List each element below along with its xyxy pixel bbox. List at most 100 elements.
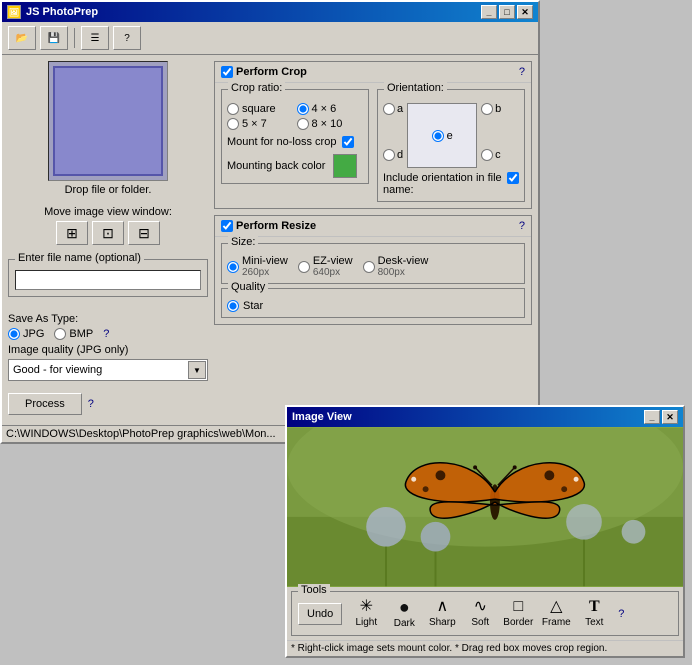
image-view-close[interactable]: ✕ <box>662 410 678 424</box>
crop-checkbox[interactable] <box>221 66 233 78</box>
tool-dark[interactable]: ● Dark <box>386 596 422 631</box>
include-label: Include orientation in file name: <box>383 172 503 196</box>
tool-light[interactable]: ✳ Light <box>348 597 384 630</box>
ori-e-label: e <box>447 130 453 142</box>
ori-c-input[interactable] <box>481 149 493 161</box>
move-btn-1[interactable]: ⊞ <box>56 221 88 245</box>
size-row: Mini-view 260px EZ-view 640px <box>227 255 519 278</box>
minimize-button[interactable]: _ <box>481 5 497 19</box>
ratio-8x10-input[interactable] <box>297 118 309 130</box>
crop-row: Crop ratio: square 4 × 6 <box>221 89 525 202</box>
move-buttons: ⊞ ⊡ ⊟ <box>8 221 208 245</box>
process-help[interactable]: ? <box>88 398 94 410</box>
ratio-5x7-input[interactable] <box>227 118 239 130</box>
filename-input[interactable] <box>15 270 201 290</box>
tool-text-label: Text <box>585 617 603 628</box>
tools-section: Tools Undo ✳ Light ● Dark ∧ Sharp ∿ Soft… <box>291 591 679 636</box>
ratio-4x6-input[interactable] <box>297 103 309 115</box>
ori-a-input[interactable] <box>383 103 395 115</box>
resize-header: Perform Resize ? <box>215 216 531 237</box>
orientation-labels-left: a d <box>383 103 403 161</box>
resize-help[interactable]: ? <box>519 220 525 232</box>
tool-sharp[interactable]: ∧ Sharp <box>424 597 460 630</box>
size-mini-input[interactable] <box>227 261 239 273</box>
ratio-square-label: square <box>242 103 276 115</box>
quality-dropdown[interactable]: Good - for viewing Best - for printing D… <box>8 359 208 381</box>
orientation-box: e <box>407 103 477 168</box>
size-label: Size: <box>228 236 258 248</box>
size-group: Size: Mini-view 260px <box>221 243 525 284</box>
image-canvas <box>287 427 683 587</box>
undo-button[interactable]: Undo <box>298 603 342 625</box>
tool-frame[interactable]: △ Frame <box>538 597 574 630</box>
crop-help[interactable]: ? <box>519 66 525 78</box>
tools-help[interactable]: ? <box>618 608 624 620</box>
orientation-col: Orientation: a <box>377 89 525 202</box>
crop-header: Perform Crop ? <box>215 62 531 83</box>
size-desk-sub: 800px <box>378 267 429 278</box>
resize-title: Perform Resize <box>236 220 316 232</box>
list-button[interactable]: ☰ <box>81 26 109 50</box>
save-button[interactable]: 💾 <box>40 26 68 50</box>
size-desk: Desk-view 800px <box>363 255 429 278</box>
filename-group: Enter file name (optional) <box>8 259 208 297</box>
tools-title: Tools <box>298 584 330 596</box>
orientation-group: Orientation: a <box>377 89 525 202</box>
process-button[interactable]: Process <box>8 393 82 415</box>
radio-bmp-label: BMP <box>69 328 93 340</box>
color-swatch[interactable] <box>333 154 357 178</box>
toolbar: 📂 💾 ☰ ? <box>2 22 538 55</box>
save-type-radios: JPG BMP ? <box>8 328 208 340</box>
image-view-minimize[interactable]: _ <box>644 410 660 424</box>
preview-label: Drop file or folder. <box>65 184 152 196</box>
crop-ratio-col: Crop ratio: square 4 × 6 <box>221 89 369 202</box>
size-desk-input[interactable] <box>363 261 375 273</box>
move-btn-2[interactable]: ⊡ <box>92 221 124 245</box>
size-mini: Mini-view 260px <box>227 255 288 278</box>
tool-soft[interactable]: ∿ Soft <box>462 597 498 630</box>
size-ez-sub: 640px <box>313 267 353 278</box>
ori-spacer2 <box>481 117 501 147</box>
image-view-controls: _ ✕ <box>644 410 678 424</box>
quality-dropdown-wrapper: Good - for viewing Best - for printing D… <box>8 359 208 381</box>
preview-area: Drop file or folder. <box>8 61 208 196</box>
resize-checkbox[interactable] <box>221 220 233 232</box>
include-row: Include orientation in file name: <box>383 172 519 196</box>
main-content: Drop file or folder. Move image view win… <box>2 55 538 421</box>
crop-ratio-title: Crop ratio: <box>228 82 285 94</box>
ori-c-label: c <box>495 149 501 161</box>
radio-jpg-input[interactable] <box>8 328 20 340</box>
orientation-labels-right: b c <box>481 103 501 161</box>
quality-star-input[interactable] <box>227 300 239 312</box>
tool-frame-label: Frame <box>542 617 571 628</box>
process-row: Process ? <box>8 393 208 415</box>
ori-spacer <box>383 117 403 147</box>
size-ez-input[interactable] <box>298 261 310 273</box>
maximize-button[interactable]: □ <box>499 5 515 19</box>
tool-text[interactable]: T Text <box>576 597 612 630</box>
title-bar: 🖼 JS PhotoPrep _ □ ✕ <box>2 2 538 22</box>
tool-sharp-label: Sharp <box>429 617 456 628</box>
save-type-section: Save As Type: JPG BMP ? Image quality (J… <box>8 309 208 381</box>
move-btn-3[interactable]: ⊟ <box>128 221 160 245</box>
tip-text: * Right-click image sets mount color. * … <box>291 643 607 654</box>
radio-bmp-input[interactable] <box>54 328 66 340</box>
left-panel: Drop file or folder. Move image view win… <box>8 61 208 415</box>
help-button[interactable]: ? <box>113 26 141 50</box>
dark-icon: ● <box>399 598 410 616</box>
include-checkbox[interactable] <box>507 172 519 184</box>
mount-checkbox[interactable] <box>342 136 354 148</box>
size-desk-name: Desk-view <box>378 255 429 267</box>
ori-e-input[interactable] <box>432 130 444 142</box>
ori-b-input[interactable] <box>481 103 493 115</box>
size-ez: EZ-view 640px <box>298 255 353 278</box>
ratio-square-input[interactable] <box>227 103 239 115</box>
main-window: 🖼 JS PhotoPrep _ □ ✕ 📂 💾 ☰ ? Drop file o… <box>0 0 540 444</box>
savetype-help[interactable]: ? <box>103 328 109 340</box>
ori-d-input[interactable] <box>383 149 395 161</box>
ori-e-row: e <box>432 130 453 142</box>
open-button[interactable]: 📂 <box>8 26 36 50</box>
tool-border[interactable]: □ Border <box>500 597 536 630</box>
close-button[interactable]: ✕ <box>517 5 533 19</box>
status-path: C:\WINDOWS\Desktop\PhotoPrep graphics\we… <box>6 428 276 440</box>
